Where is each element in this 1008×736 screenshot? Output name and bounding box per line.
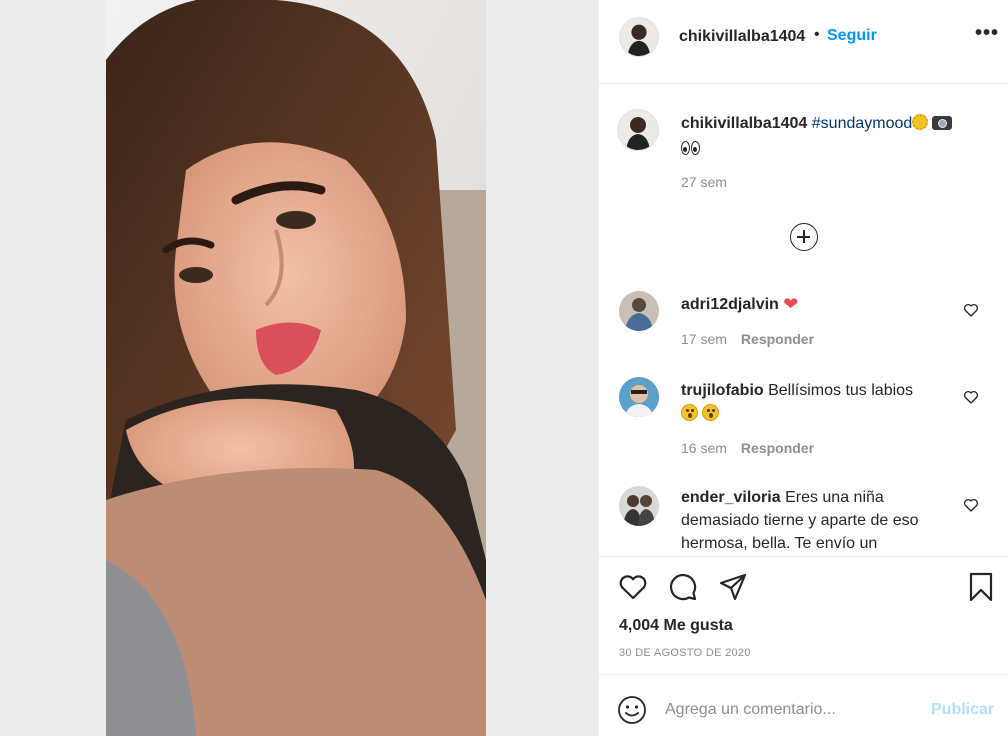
sun-emoji-icon: [912, 114, 929, 130]
comment-username[interactable]: ender_viloria: [681, 489, 781, 506]
caption-avatar[interactable]: [617, 109, 659, 151]
post-photo[interactable]: [106, 0, 486, 736]
astonished-emoji-icon: [702, 404, 719, 421]
likes-count[interactable]: 4,004 Me gusta: [619, 617, 733, 635]
load-more-comments-icon[interactable]: [790, 223, 818, 251]
post-actions: 4,004 Me gusta 30 DE AGOSTO DE 2020: [599, 556, 1008, 674]
caption-hashtag[interactable]: #sundaymood: [812, 115, 913, 132]
comment-text: ender_viloria Eres una niña demasiado ti…: [681, 489, 919, 552]
post-details-panel: chikivillalba1404 • Seguir ••• chikivill…: [598, 0, 1008, 736]
reply-button[interactable]: Responder: [741, 331, 814, 347]
comment-like-heart-icon[interactable]: [963, 497, 979, 513]
comment-text: adri12djalvin ❤: [681, 293, 951, 316]
comment-avatar[interactable]: [619, 291, 659, 331]
send-icon[interactable]: [717, 571, 749, 603]
camera-emoji-icon: [932, 116, 953, 130]
post-header: chikivillalba1404 • Seguir •••: [599, 0, 1008, 84]
publish-button[interactable]: Publicar: [931, 701, 994, 719]
header-separator: •: [814, 26, 820, 43]
caption-text: chikivillalba1404 #sundaymood: [681, 112, 981, 163]
caption-time[interactable]: 27 sem: [681, 174, 727, 190]
comment-meta: 17 sem Responder: [681, 331, 814, 347]
comment-text: trujilofabio Bellísimos tus labios: [681, 379, 951, 425]
eyes-emoji-icon: [681, 139, 701, 163]
comment-like-heart-icon[interactable]: [963, 302, 979, 318]
comment-username[interactable]: trujilofabio: [681, 382, 764, 399]
follow-button[interactable]: Seguir: [827, 27, 877, 45]
comment-time[interactable]: 17 sem: [681, 331, 727, 347]
comments-list[interactable]: chikivillalba1404 #sundaymood 27 sem adr…: [599, 85, 1008, 555]
heart-icon[interactable]: [617, 571, 649, 603]
bookmark-icon[interactable]: [965, 571, 997, 603]
add-comment-input[interactable]: [665, 695, 915, 725]
comment-avatar[interactable]: [619, 377, 659, 417]
author-username[interactable]: chikivillalba1404: [679, 28, 805, 46]
astonished-emoji-icon: [681, 404, 698, 421]
author-avatar[interactable]: [619, 17, 659, 57]
comment-username[interactable]: adri12djalvin: [681, 296, 779, 313]
post-date[interactable]: 30 DE AGOSTO DE 2020: [619, 647, 751, 659]
caption-meta: 27 sem: [681, 174, 727, 190]
more-options-icon[interactable]: •••: [975, 22, 999, 45]
comment-icon[interactable]: [667, 571, 699, 603]
post-photo-image: [106, 0, 486, 736]
comment-avatar[interactable]: [619, 486, 659, 526]
reply-button[interactable]: Responder: [741, 440, 814, 456]
add-comment-bar: Publicar: [599, 674, 1008, 736]
heart-emoji-icon: ❤: [783, 294, 799, 314]
comment-meta: 16 sem Responder: [681, 440, 814, 456]
caption-username[interactable]: chikivillalba1404: [681, 115, 807, 132]
smile-icon[interactable]: [617, 695, 647, 725]
comment-like-heart-icon[interactable]: [963, 389, 979, 405]
comment-time[interactable]: 16 sem: [681, 440, 727, 456]
